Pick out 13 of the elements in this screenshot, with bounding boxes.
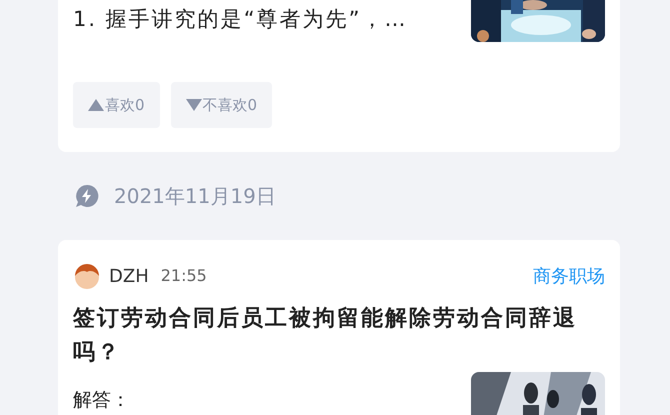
bolt-chat-icon [74, 183, 100, 209]
excerpt-text: 1. 握手讲究的是“尊者为先”，… [73, 6, 408, 33]
post-title: 签订劳动合同后员工被拘留能解除劳动合同辞退吗？ [73, 305, 578, 367]
excerpt-text: 解答： [73, 388, 130, 413]
author-name: DZH [109, 264, 149, 288]
like-button[interactable]: 喜欢0 [73, 82, 160, 128]
post-time: 21:55 [160, 265, 207, 287]
triangle-down-icon [186, 98, 202, 112]
date-heading: 2021年11月19日 [114, 183, 276, 210]
triangle-up-icon [88, 98, 104, 112]
dislike-button[interactable]: 不喜欢0 [170, 82, 272, 128]
category-link[interactable]: 商务职场 [533, 262, 605, 290]
avatar-icon [73, 262, 101, 290]
